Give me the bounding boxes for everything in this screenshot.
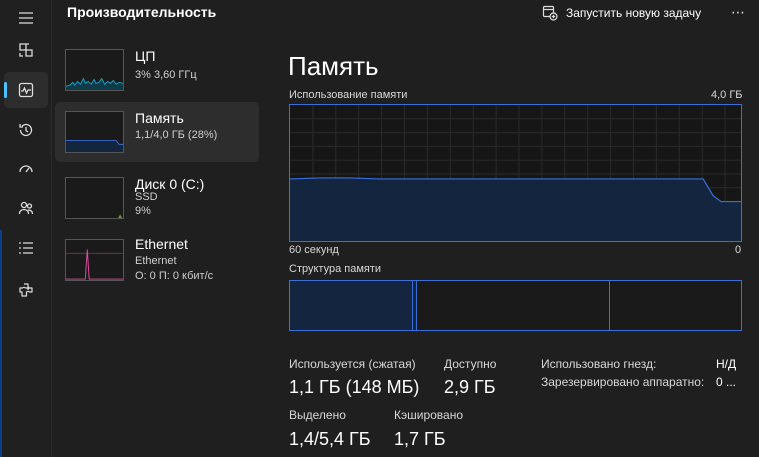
panel-title: Память bbox=[288, 51, 379, 81]
startup-apps-icon bbox=[19, 165, 33, 173]
memory-thumbnail-graph bbox=[65, 111, 124, 153]
available-label: Доступно bbox=[444, 357, 497, 371]
nav-services[interactable] bbox=[4, 272, 48, 308]
processes-icon bbox=[19, 43, 33, 57]
nav-performance[interactable] bbox=[4, 72, 48, 108]
in-use-value: 1,1 ГБ (148 МБ) bbox=[289, 377, 420, 397]
committed-label: Выделено bbox=[289, 408, 346, 422]
memory-structure-bar bbox=[289, 280, 742, 331]
memory-structure-label: Структура памяти bbox=[289, 263, 382, 275]
device-memory[interactable]: Память 1,1/4,0 ГБ (28%) bbox=[55, 102, 259, 162]
page-title: Производительность bbox=[67, 4, 217, 20]
slots-used-value: Н/Д bbox=[716, 357, 737, 371]
app-history-icon bbox=[19, 123, 33, 137]
more-options-button[interactable]: ⋯ bbox=[731, 4, 746, 21]
header-bar: Производительность Запустить новую задач… bbox=[52, 0, 759, 30]
device-usage: 1,1/4,0 ГБ (28%) bbox=[135, 129, 218, 141]
structure-standby bbox=[417, 281, 610, 330]
hardware-reserved-label: Зарезервировано аппаратно: bbox=[541, 375, 705, 389]
device-type: Ethernet bbox=[135, 255, 177, 267]
device-usage: 3% 3,60 ГГц bbox=[135, 69, 197, 81]
device-throughput: О: 0 П: 0 кбит/с bbox=[135, 270, 214, 282]
in-use-label: Используется (сжатая) bbox=[289, 357, 416, 371]
users-icon bbox=[18, 201, 34, 215]
cpu-thumbnail-graph bbox=[65, 49, 124, 91]
menu-button[interactable] bbox=[4, 0, 48, 36]
device-usage: 9% bbox=[135, 205, 151, 217]
memory-usage-graph bbox=[289, 104, 742, 242]
structure-free bbox=[610, 281, 741, 330]
nav-app-history[interactable] bbox=[4, 112, 48, 148]
run-new-task-button[interactable]: Запустить новую задачу bbox=[542, 2, 701, 24]
services-icon bbox=[19, 283, 33, 297]
device-ethernet[interactable]: Ethernet Ethernet О: 0 П: 0 кбит/с bbox=[55, 234, 259, 294]
device-type: SSD bbox=[135, 191, 158, 203]
memory-usage-max: 4,0 ГБ bbox=[711, 89, 743, 101]
device-disk[interactable]: Диск 0 (C:) SSD 9% bbox=[55, 168, 259, 228]
committed-value: 1,4/5,4 ГБ bbox=[289, 429, 371, 449]
performance-icon bbox=[18, 82, 34, 98]
time-axis-right: 0 bbox=[735, 244, 742, 256]
disk-thumbnail-graph bbox=[65, 177, 124, 219]
nav-processes[interactable] bbox=[4, 32, 48, 68]
run-new-task-label: Запустить новую задачу bbox=[566, 6, 702, 20]
ethernet-thumbnail-graph bbox=[65, 239, 124, 281]
cached-value: 1,7 ГБ bbox=[394, 429, 446, 449]
nav-users[interactable] bbox=[4, 190, 48, 226]
nav-details[interactable] bbox=[4, 230, 48, 266]
nav-startup-apps[interactable] bbox=[4, 152, 48, 188]
device-name: ЦП bbox=[135, 48, 156, 64]
available-value: 2,9 ГБ bbox=[444, 377, 496, 397]
device-name: Ethernet bbox=[135, 236, 188, 252]
structure-in-use bbox=[290, 281, 413, 330]
time-axis-left: 60 секунд bbox=[289, 244, 339, 256]
device-cpu[interactable]: ЦП 3% 3,60 ГГц bbox=[55, 40, 259, 100]
window-edge-accent bbox=[0, 230, 2, 457]
hardware-reserved-value: 0 ... bbox=[716, 375, 737, 389]
cached-label: Кэшировано bbox=[394, 408, 464, 422]
new-task-icon bbox=[542, 5, 558, 21]
slots-used-label: Использовано гнезд: bbox=[541, 357, 657, 371]
details-icon bbox=[19, 242, 33, 254]
device-name: Диск 0 (C:) bbox=[135, 176, 205, 192]
memory-usage-label: Использование памяти bbox=[289, 89, 408, 101]
hamburger-menu-icon bbox=[19, 12, 33, 24]
device-name: Память bbox=[135, 110, 184, 126]
navigation-rail bbox=[0, 0, 52, 457]
